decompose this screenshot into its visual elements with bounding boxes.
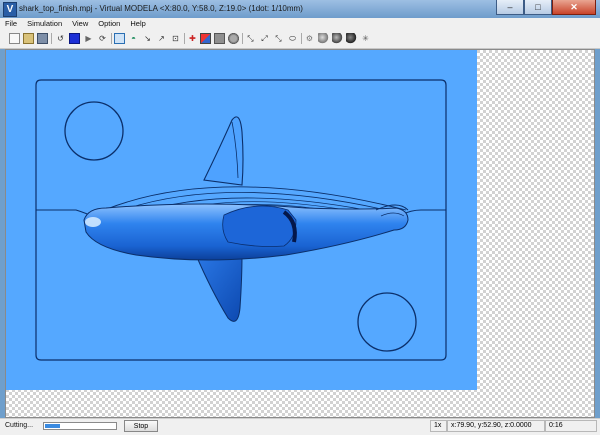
view-c-icon[interactable]: ⤡ xyxy=(273,33,284,44)
open-file-icon[interactable] xyxy=(9,33,20,44)
minimize-button[interactable]: – xyxy=(496,0,524,15)
zoom-pane: 1x xyxy=(430,420,447,432)
menu-view[interactable]: View xyxy=(67,19,93,28)
zoom-icon[interactable]: ⊡ xyxy=(170,33,181,44)
stop-button[interactable]: Stop xyxy=(124,420,158,432)
curve-icon[interactable]: ↗ xyxy=(156,33,167,44)
coords-pane: x:79.90, y:52.90, z:0.0000 xyxy=(447,420,545,432)
rewind-icon[interactable]: ↺ xyxy=(55,33,66,44)
sphere-icon[interactable] xyxy=(228,33,239,44)
save-icon[interactable] xyxy=(37,33,48,44)
ball-dark-icon[interactable] xyxy=(346,33,357,44)
toolbar: ↺ ▶ ⟳ ◓ ↘ ↗ ⊡ ✚ ⤡ ⤢ ⤡ ⬭ ⚙ ✳ xyxy=(0,29,600,49)
close-button[interactable]: ✕ xyxy=(552,0,596,15)
view-b-icon[interactable]: ⤢ xyxy=(259,33,270,44)
menu-file[interactable]: File xyxy=(0,19,22,28)
menu-bar: File Simulation View Option Help xyxy=(0,18,600,29)
view-icon[interactable] xyxy=(114,33,125,44)
menu-option[interactable]: Option xyxy=(93,19,125,28)
simulation-viewport[interactable] xyxy=(5,49,595,418)
color-toggle-icon[interactable]: ✚ xyxy=(187,33,198,44)
status-bar: Cutting... Stop 1x x:79.90, y:52.90, z:0… xyxy=(0,418,600,435)
app-window: V shark_top_finish.mpj - Virtual MODELA … xyxy=(0,0,600,435)
model-render xyxy=(35,79,447,361)
ball-icon[interactable] xyxy=(318,33,329,44)
caption-buttons: – □ ✕ xyxy=(496,0,596,15)
flat-mode-icon[interactable] xyxy=(214,33,225,44)
view-a-icon[interactable]: ⤡ xyxy=(245,33,256,44)
view-d-icon[interactable]: ⬭ xyxy=(287,33,298,44)
open-folder-icon[interactable] xyxy=(23,33,34,44)
window-title: shark_top_finish.mpj - Virtual MODELA <X… xyxy=(19,4,303,13)
title-bar[interactable]: V shark_top_finish.mpj - Virtual MODELA … xyxy=(0,0,600,18)
ball-shaded-icon[interactable] xyxy=(332,33,343,44)
menu-simulation[interactable]: Simulation xyxy=(22,19,67,28)
material-stock xyxy=(6,50,477,390)
time-pane: 0:16 xyxy=(545,420,597,432)
tool-icon[interactable]: ◓ xyxy=(128,33,139,44)
step-icon[interactable]: ⟳ xyxy=(97,33,108,44)
progress-fill xyxy=(45,424,60,428)
path-icon[interactable]: ↘ xyxy=(142,33,153,44)
red-mode-icon[interactable] xyxy=(200,33,211,44)
maximize-button[interactable]: □ xyxy=(524,0,552,15)
menu-help[interactable]: Help xyxy=(125,19,150,28)
light-icon[interactable]: ✳ xyxy=(360,33,371,44)
app-icon[interactable]: V xyxy=(3,2,17,17)
status-text: Cutting... xyxy=(5,422,34,429)
gear-icon[interactable]: ⚙ xyxy=(304,33,315,44)
play-icon[interactable]: ▶ xyxy=(83,33,94,44)
stop-square-icon[interactable] xyxy=(69,33,80,44)
progress-bar xyxy=(43,422,117,430)
